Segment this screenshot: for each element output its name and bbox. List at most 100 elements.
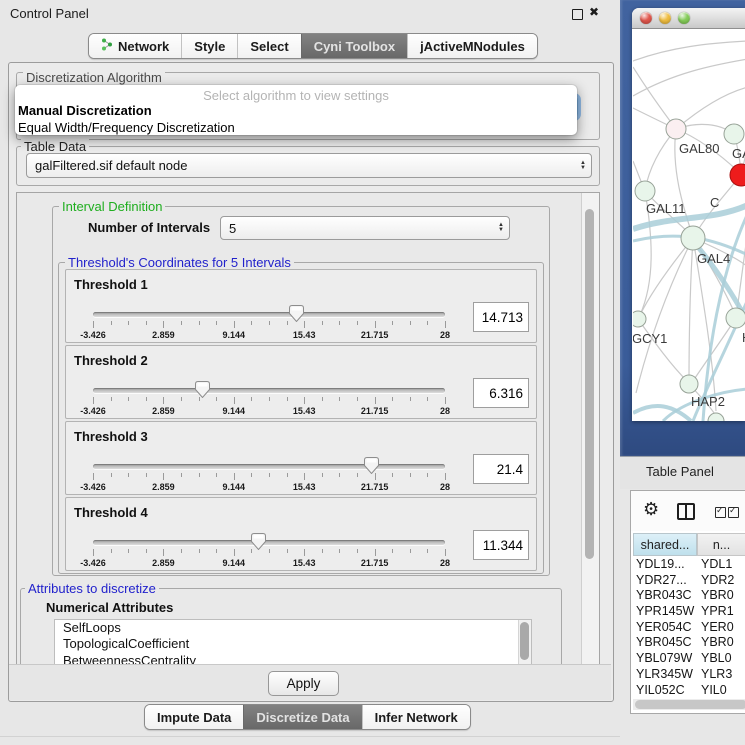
slider-track[interactable] <box>93 540 445 545</box>
table-row[interactable]: YER054CYER0 <box>633 620 745 636</box>
cell-shared-name[interactable]: YDL19... <box>633 557 697 573</box>
float-panel-icon[interactable] <box>572 9 583 20</box>
tab-infer-network[interactable]: Infer Network <box>362 705 470 729</box>
cell-shared-name[interactable]: YBR043C <box>633 588 697 604</box>
table-row[interactable]: YDR27...YDR2 <box>633 573 745 589</box>
slider-track[interactable] <box>93 464 445 469</box>
table-row[interactable]: YLR345WYLR3 <box>633 667 745 683</box>
table-data-combobox[interactable]: galFiltered.sif default node ▲▼ <box>26 153 592 178</box>
cell-name[interactable]: YER0 <box>697 620 745 636</box>
threshold-value-field[interactable]: 14.713 <box>473 302 529 332</box>
threshold-slider: -3.4262.8599.14415.4321.71528 <box>93 536 445 566</box>
attributes-scrollbar-thumb[interactable] <box>520 622 529 660</box>
threshold-value-field[interactable]: 6.316 <box>473 378 529 408</box>
network-node[interactable] <box>680 375 698 393</box>
node-label-hap2: HAP2 <box>691 394 725 409</box>
settings-scrollbar-thumb[interactable] <box>585 209 594 559</box>
network-node[interactable] <box>666 119 686 139</box>
slider-scale-label: -3.426 <box>80 330 106 340</box>
network-node[interactable] <box>726 308 745 328</box>
table-row[interactable]: YBL079WYBL0 <box>633 651 745 667</box>
table-row[interactable]: YPR145WYPR1 <box>633 604 745 620</box>
slider-thumb[interactable] <box>251 533 266 550</box>
slider-tick <box>357 321 358 325</box>
popup-item-equal-width-frequency[interactable]: Equal Width/Frequency Discretization <box>15 119 577 136</box>
slider-thumb[interactable] <box>195 381 210 398</box>
table-hscrollbar-thumb[interactable] <box>635 700 745 709</box>
network-node[interactable] <box>708 413 724 421</box>
slider-tick <box>93 321 94 328</box>
number-of-intervals-value: 5 <box>229 221 236 236</box>
slider-scale-label: 28 <box>440 330 450 340</box>
checkbox-icon[interactable] <box>715 507 726 518</box>
table-row[interactable]: YIL052CYIL0 <box>633 683 745 698</box>
cell-shared-name[interactable]: YLR345W <box>633 667 697 683</box>
close-panel-icon[interactable]: ✖ <box>589 5 599 19</box>
network-node[interactable] <box>635 181 655 201</box>
threshold-value-field[interactable]: 11.344 <box>473 530 529 560</box>
slider-tick <box>375 473 376 480</box>
cell-shared-name[interactable]: YPR145W <box>633 604 697 620</box>
cell-name[interactable]: YIL0 <box>697 683 745 698</box>
slider-track[interactable] <box>93 388 445 393</box>
slider-thumb[interactable] <box>289 305 304 322</box>
tab-label: Network <box>118 39 169 54</box>
network-window-titlebar[interactable] <box>632 8 745 29</box>
threshold-box-2: Threshold 2-3.4262.8599.14415.4321.71528… <box>65 345 537 419</box>
tab-discretize-data[interactable]: Discretize Data <box>243 705 361 729</box>
cell-shared-name[interactable]: YBL079W <box>633 651 697 667</box>
network-node[interactable] <box>681 226 705 250</box>
slider-tick <box>445 321 446 328</box>
column-header-shared-name[interactable]: shared... <box>633 533 697 556</box>
network-node[interactable] <box>724 124 744 144</box>
attributes-scrollbar-track[interactable] <box>518 620 531 666</box>
slider-scale-label: 2.859 <box>152 406 175 416</box>
gear-icon[interactable]: ⚙ <box>643 499 659 520</box>
cell-name[interactable]: YDR2 <box>697 573 745 589</box>
apply-button[interactable]: Apply <box>268 671 339 696</box>
slider-thumb[interactable] <box>364 457 379 474</box>
tab-label: Style <box>194 39 225 54</box>
column-header-name[interactable]: n... <box>697 533 745 556</box>
table-row[interactable]: YDL19...YDL1 <box>633 557 745 573</box>
checkbox-icon[interactable] <box>728 507 739 518</box>
tab-select[interactable]: Select <box>237 34 300 58</box>
table-row[interactable]: YBR045CYBR0 <box>633 635 745 651</box>
cell-name[interactable]: YDL1 <box>697 557 745 573</box>
network-node-selected[interactable] <box>730 164 745 186</box>
slider-tick <box>234 549 235 556</box>
slider-tick <box>357 473 358 477</box>
minimize-window-icon[interactable] <box>659 12 671 24</box>
tab-cyni-toolbox[interactable]: Cyni Toolbox <box>301 34 407 58</box>
slider-scale-label: 15.43 <box>293 406 316 416</box>
threshold-value-field[interactable]: 21.4 <box>473 454 529 484</box>
zoom-window-icon[interactable] <box>678 12 690 24</box>
cell-name[interactable]: YPR1 <box>697 604 745 620</box>
cell-name[interactable]: YBR0 <box>697 635 745 651</box>
tab-impute-data[interactable]: Impute Data <box>145 705 243 729</box>
columns-icon[interactable] <box>677 503 695 520</box>
slider-tick <box>322 321 323 325</box>
network-canvas[interactable]: GAL80GACGAL11GAL4GCY1HHAP2 <box>633 29 745 421</box>
popup-item-manual-discretization[interactable]: Manual Discretization <box>15 102 577 119</box>
number-of-intervals-combobox[interactable]: 5 ▲▼ <box>220 216 510 240</box>
tab-style[interactable]: Style <box>181 34 237 58</box>
slider-scale-label: 2.859 <box>152 558 175 568</box>
cell-name[interactable]: YBR0 <box>697 588 745 604</box>
cell-shared-name[interactable]: YIL052C <box>633 683 697 698</box>
attribute-item-selfloops[interactable]: SelfLoops <box>55 620 531 636</box>
cell-name[interactable]: YBL0 <box>697 651 745 667</box>
tab-network[interactable]: Network <box>89 34 181 58</box>
tab-jactivemnodules[interactable]: jActiveMNodules <box>407 34 537 58</box>
table-row[interactable]: YBR043CYBR0 <box>633 588 745 604</box>
cell-shared-name[interactable]: YER054C <box>633 620 697 636</box>
cell-name[interactable]: YLR3 <box>697 667 745 683</box>
cell-shared-name[interactable]: YDR27... <box>633 573 697 589</box>
network-node[interactable] <box>633 311 646 327</box>
slider-track[interactable] <box>93 312 445 317</box>
slider-tick <box>269 549 270 553</box>
attribute-item-topologicalcoefficient[interactable]: TopologicalCoefficient <box>55 636 531 652</box>
close-window-icon[interactable] <box>640 12 652 24</box>
table-hscrollbar-track[interactable] <box>633 699 745 710</box>
cell-shared-name[interactable]: YBR045C <box>633 635 697 651</box>
